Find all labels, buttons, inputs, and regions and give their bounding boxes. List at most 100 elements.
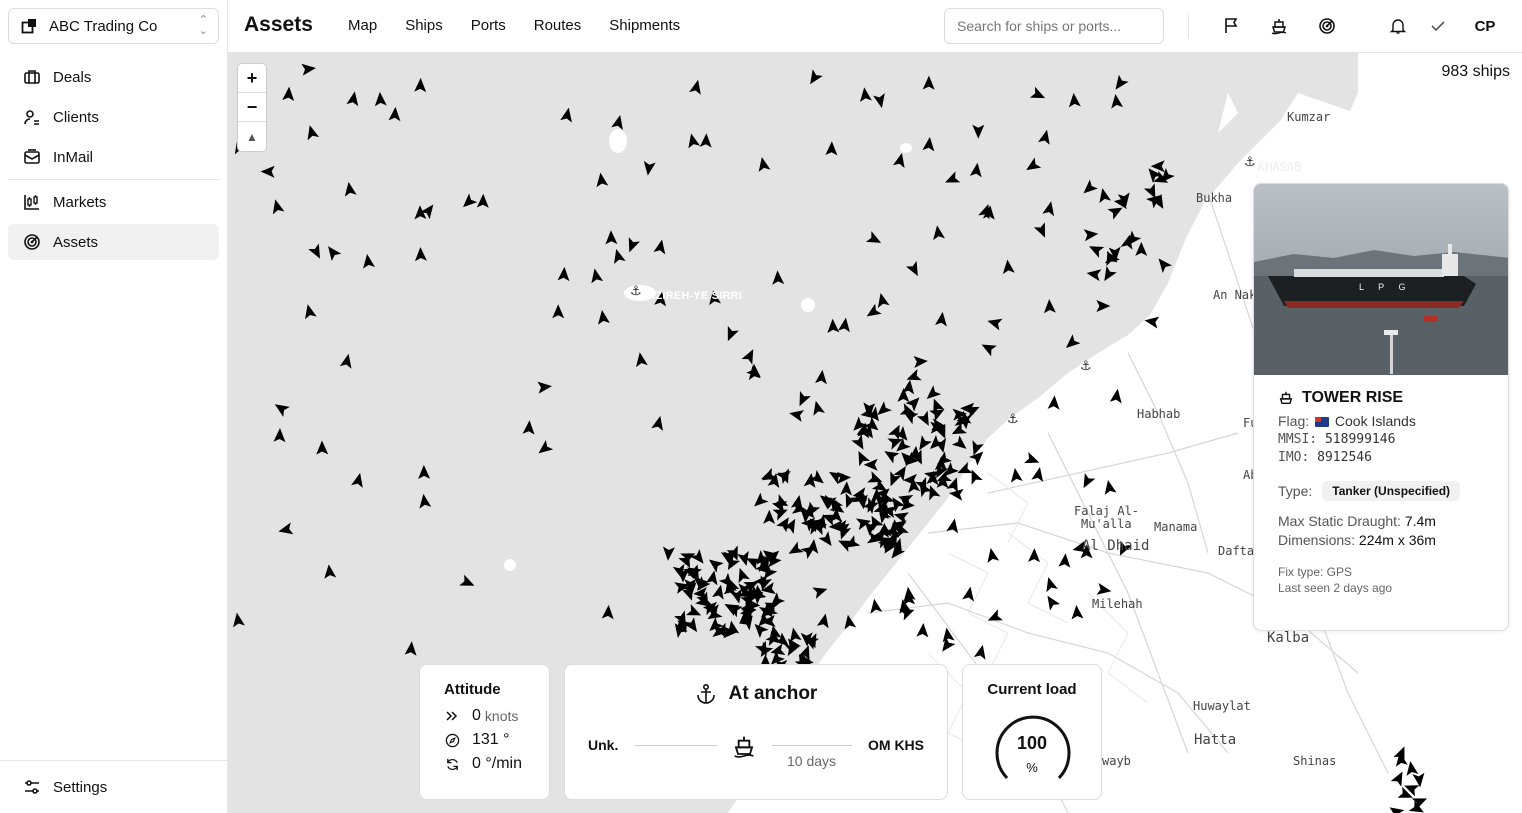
ship-marker[interactable] — [986, 315, 1003, 331]
ship-marker[interactable] — [734, 566, 750, 584]
ship-marker[interactable] — [815, 369, 828, 385]
ship-marker[interactable] — [1043, 299, 1056, 314]
ship-marker[interactable] — [923, 385, 942, 403]
ship-marker[interactable] — [610, 247, 626, 265]
ship-marker[interactable] — [1042, 200, 1057, 217]
ship-marker[interactable] — [304, 124, 320, 141]
ship-marker[interactable] — [301, 62, 316, 76]
ship-marker[interactable] — [1023, 157, 1042, 176]
ship-marker[interactable] — [1386, 802, 1405, 813]
ship-marker[interactable] — [1083, 228, 1099, 242]
ship-marker[interactable] — [1068, 92, 1081, 108]
ship-marker[interactable] — [351, 472, 366, 488]
search-input[interactable] — [944, 8, 1164, 44]
check-icon[interactable] — [1426, 14, 1450, 38]
ship-marker[interactable] — [935, 311, 949, 327]
ship-marker[interactable] — [323, 564, 337, 579]
tab-ships[interactable]: Ships — [405, 17, 443, 34]
ship-marker[interactable] — [973, 643, 989, 660]
bell-icon[interactable] — [1386, 14, 1410, 38]
ship-marker[interactable] — [699, 133, 713, 148]
ship-marker[interactable] — [277, 522, 294, 538]
ship-marker[interactable] — [1404, 760, 1419, 776]
sidebar-item-assets[interactable]: Assets — [8, 224, 219, 260]
ship-marker[interactable] — [231, 612, 245, 628]
ship-marker[interactable] — [260, 165, 275, 178]
ship-marker[interactable] — [922, 75, 935, 90]
ship-marker[interactable] — [594, 172, 609, 188]
sidebar-item-deals[interactable]: Deals — [8, 59, 219, 95]
ship-marker[interactable] — [1099, 266, 1117, 284]
ship-marker[interactable] — [955, 461, 973, 479]
ship-marker[interactable] — [865, 231, 884, 248]
ship-marker[interactable] — [916, 410, 934, 429]
ship-marker[interactable] — [418, 464, 431, 480]
ship-marker[interactable] — [624, 237, 640, 254]
ship-marker[interactable] — [771, 270, 785, 285]
ship-marker[interactable] — [750, 492, 769, 511]
ship-marker[interactable] — [985, 609, 1003, 626]
ship-marker[interactable] — [892, 152, 908, 168]
ship-marker[interactable] — [273, 428, 286, 443]
ship-marker[interactable] — [786, 541, 804, 559]
ship-marker[interactable] — [1001, 259, 1015, 274]
ship-marker[interactable] — [851, 434, 868, 453]
ship-marker[interactable] — [838, 317, 852, 333]
ship-marker[interactable] — [1109, 388, 1124, 404]
ship-marker[interactable] — [1079, 179, 1098, 198]
ship-marker[interactable] — [913, 355, 928, 369]
ship-marker[interactable] — [1031, 466, 1045, 482]
ship-marker[interactable] — [806, 538, 820, 554]
ship-marker[interactable] — [979, 339, 997, 357]
ship-marker[interactable] — [922, 136, 935, 152]
ship-marker[interactable] — [589, 267, 604, 284]
ship-marker[interactable] — [941, 627, 955, 643]
ship-marker[interactable] — [282, 86, 295, 102]
ship-marker[interactable] — [962, 586, 976, 602]
tab-map[interactable]: Map — [348, 17, 377, 34]
ship-marker[interactable] — [374, 91, 387, 107]
ship-marker[interactable] — [705, 569, 720, 586]
ship-marker[interactable] — [690, 548, 708, 567]
ship-marker[interactable] — [323, 243, 342, 262]
ship-marker[interactable] — [308, 243, 325, 261]
ship-marker[interactable] — [1150, 160, 1165, 173]
ship-marker[interactable] — [316, 440, 329, 455]
ship-marker[interactable] — [1086, 267, 1102, 282]
ship-marker[interactable] — [763, 509, 776, 524]
ship-marker[interactable] — [951, 435, 970, 453]
ship-marker[interactable] — [812, 583, 829, 599]
ship-marker[interactable] — [840, 481, 853, 496]
ship-marker[interactable] — [875, 292, 890, 308]
ship-marker[interactable] — [969, 162, 984, 178]
ship-marker[interactable] — [810, 399, 825, 416]
ship-marker[interactable] — [1078, 472, 1096, 491]
ship-marker[interactable] — [1109, 93, 1124, 109]
compass-icon[interactable]: ▲ — [238, 122, 266, 151]
ship-marker[interactable] — [459, 574, 477, 592]
ship-marker[interactable] — [339, 353, 355, 369]
ship-marker[interactable] — [827, 318, 840, 334]
ship-marker[interactable] — [903, 473, 918, 486]
ship-marker[interactable] — [1033, 222, 1051, 240]
ship-marker[interactable] — [1009, 467, 1023, 483]
ship-marker[interactable] — [881, 446, 900, 464]
ship-marker[interactable] — [662, 546, 675, 561]
ship-marker[interactable] — [653, 238, 667, 255]
ship-marker[interactable] — [404, 641, 418, 656]
ship-marker[interactable] — [805, 69, 823, 87]
ship-marker[interactable] — [905, 260, 923, 279]
ship-icon[interactable] — [1267, 14, 1291, 38]
ship-marker[interactable] — [1024, 451, 1041, 468]
ship-marker[interactable] — [388, 106, 401, 122]
ship-marker[interactable] — [1062, 334, 1081, 352]
ship-marker[interactable] — [601, 604, 615, 620]
sidebar-item-settings[interactable]: Settings — [8, 769, 219, 805]
ship-marker[interactable] — [414, 77, 427, 93]
ship-marker[interactable] — [302, 303, 317, 320]
ship-marker[interactable] — [741, 347, 759, 365]
ship-marker[interactable] — [756, 156, 771, 172]
ship-marker[interactable] — [611, 114, 626, 130]
ship-marker[interactable] — [777, 468, 794, 485]
ship-marker[interactable] — [1154, 255, 1173, 274]
